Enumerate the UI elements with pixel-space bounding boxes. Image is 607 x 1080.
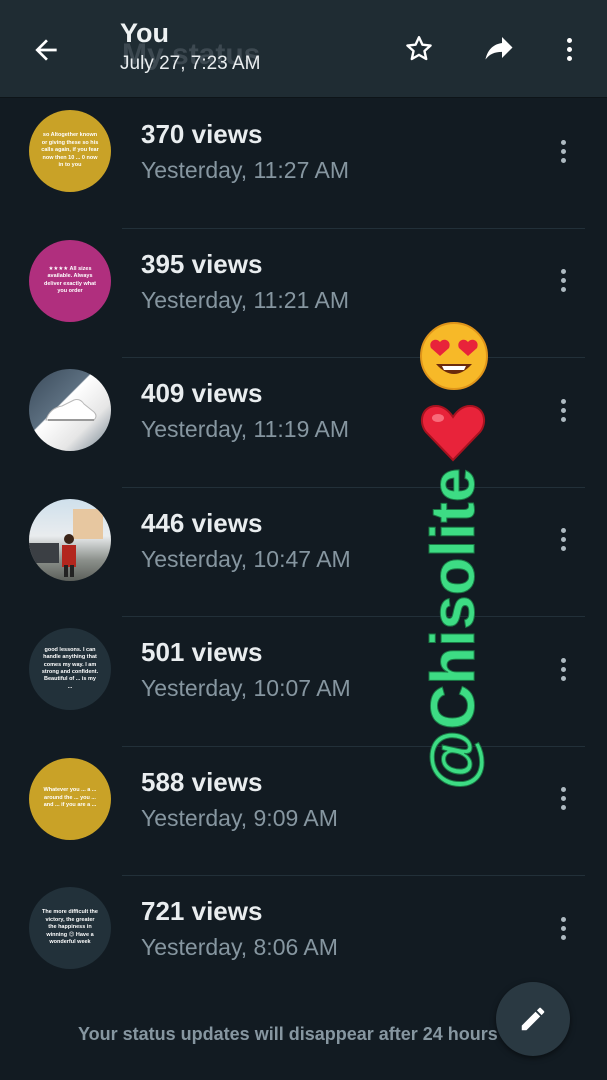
status-row[interactable]: 446 views Yesterday, 10:47 AM bbox=[0, 488, 607, 617]
thumbnail-text: ★★★★ All sizes available. Always deliver… bbox=[44, 265, 96, 294]
more-vertical-icon bbox=[560, 139, 566, 163]
star-outline-icon bbox=[406, 36, 432, 61]
title-block: My status You July 27, 7:23 AM bbox=[120, 18, 260, 75]
status-time: Yesterday, 10:07 AM bbox=[141, 675, 351, 701]
status-time: Yesterday, 11:19 AM bbox=[141, 416, 349, 442]
view-count: 409 views bbox=[141, 378, 263, 408]
heart-eyes-emoji-icon bbox=[420, 322, 488, 390]
more-vertical-icon bbox=[560, 916, 566, 940]
status-row[interactable]: Whatever you ... a ... around the ... yo… bbox=[0, 747, 607, 876]
person-photo bbox=[29, 508, 103, 577]
thumbnail-text: good lessons. I can handle anything that… bbox=[41, 646, 99, 690]
status-menu-button[interactable] bbox=[548, 908, 578, 948]
view-count: 395 views bbox=[141, 248, 263, 279]
status-menu-button[interactable] bbox=[548, 520, 578, 560]
edit-status-button[interactable] bbox=[496, 982, 570, 1056]
back-button[interactable] bbox=[24, 28, 68, 72]
status-menu-button[interactable] bbox=[548, 649, 578, 689]
disappear-notice: Your status updates will disappear after… bbox=[78, 1024, 498, 1044]
status-thumbnail[interactable] bbox=[29, 369, 111, 451]
watermark: @Chisolite bbox=[412, 320, 492, 791]
app-bar: My status You July 27, 7:23 AM bbox=[0, 0, 607, 98]
arrow-left-icon bbox=[35, 39, 57, 61]
status-time: Yesterday, 10:47 AM bbox=[141, 545, 351, 572]
status-row[interactable]: ★★★★ All sizes available. Always deliver… bbox=[0, 229, 607, 358]
page-subtitle: July 27, 7:23 AM bbox=[120, 53, 261, 74]
status-time: Yesterday, 8:06 AM bbox=[141, 934, 338, 960]
status-thumbnail[interactable]: Whatever you ... a ... around the ... yo… bbox=[29, 757, 111, 840]
more-vertical-icon bbox=[566, 37, 572, 61]
view-count: 446 views bbox=[141, 507, 263, 538]
more-vertical-icon bbox=[560, 398, 566, 422]
more-vertical-icon bbox=[560, 787, 566, 810]
thumbnail-text: Whatever you ... a ... around the ... yo… bbox=[43, 787, 97, 809]
status-menu-button[interactable] bbox=[548, 779, 578, 819]
red-heart-icon bbox=[420, 404, 486, 462]
sneaker-image bbox=[45, 399, 97, 421]
pencil-icon bbox=[521, 1007, 545, 1031]
status-row[interactable]: so Altogether known or giving these so h… bbox=[0, 99, 607, 229]
view-count: 721 views bbox=[141, 896, 263, 926]
status-row[interactable]: good lessons. I can handle anything that… bbox=[0, 617, 607, 747]
status-menu-button[interactable] bbox=[548, 261, 578, 301]
status-time: Yesterday, 11:27 AM bbox=[141, 157, 349, 183]
thumbnail-text: so Altogether known or giving these so h… bbox=[41, 132, 99, 169]
status-row[interactable]: 409 views Yesterday, 11:19 AM bbox=[0, 358, 607, 488]
more-vertical-icon bbox=[560, 269, 566, 292]
more-vertical-icon bbox=[560, 528, 566, 551]
status-thumbnail[interactable]: ★★★★ All sizes available. Always deliver… bbox=[29, 239, 111, 322]
star-button[interactable] bbox=[398, 28, 440, 70]
watermark-text: @Chisolite bbox=[419, 467, 489, 790]
status-thumbnail[interactable]: The more difficult the victory, the grea… bbox=[29, 887, 111, 969]
thumbnail-text: The more difficult the victory, the grea… bbox=[42, 909, 98, 946]
status-thumbnail[interactable] bbox=[29, 498, 111, 581]
status-time: Yesterday, 9:09 AM bbox=[141, 804, 338, 831]
page-title: You bbox=[120, 18, 169, 48]
view-count: 501 views bbox=[141, 637, 263, 667]
status-menu-button[interactable] bbox=[548, 390, 578, 430]
more-vertical-icon bbox=[560, 657, 566, 681]
view-count: 588 views bbox=[141, 766, 263, 797]
status-menu-button[interactable] bbox=[548, 131, 578, 171]
status-list: so Altogether known or giving these so h… bbox=[0, 99, 607, 1006]
status-time: Yesterday, 11:21 AM bbox=[141, 286, 349, 313]
status-thumbnail[interactable]: good lessons. I can handle anything that… bbox=[29, 628, 111, 710]
view-count: 370 views bbox=[141, 119, 263, 149]
share-button[interactable] bbox=[478, 28, 520, 70]
share-arrow-icon bbox=[485, 37, 513, 60]
status-thumbnail[interactable]: so Altogether known or giving these so h… bbox=[29, 110, 111, 192]
overflow-menu-button[interactable] bbox=[552, 28, 586, 70]
